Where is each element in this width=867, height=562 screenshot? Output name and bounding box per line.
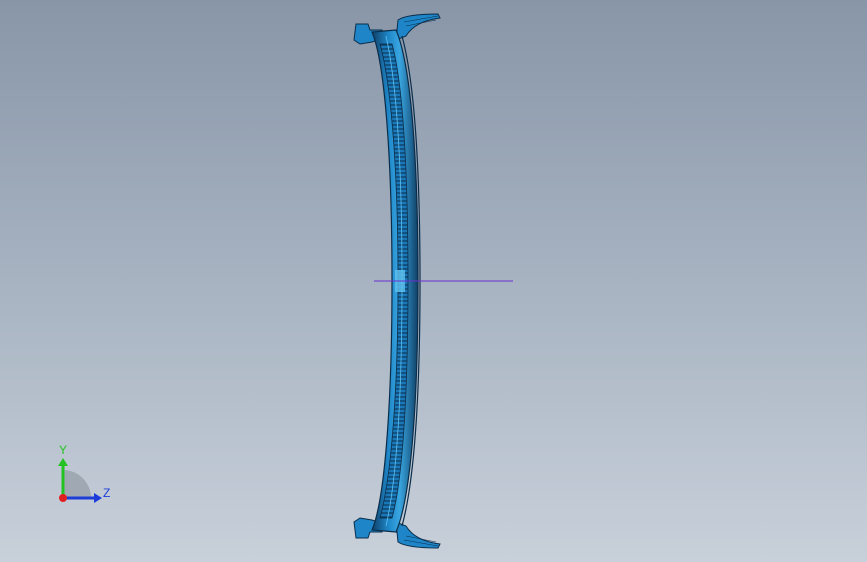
x-axis-dot bbox=[59, 494, 67, 502]
triad-quarter-disc bbox=[63, 470, 91, 498]
graphics-viewport[interactable]: Y Z bbox=[0, 0, 867, 562]
z-axis-label: Z bbox=[103, 486, 110, 500]
orientation-triad[interactable]: Y Z bbox=[48, 440, 118, 510]
model-view[interactable] bbox=[0, 0, 867, 562]
y-axis-label: Y bbox=[59, 443, 67, 457]
